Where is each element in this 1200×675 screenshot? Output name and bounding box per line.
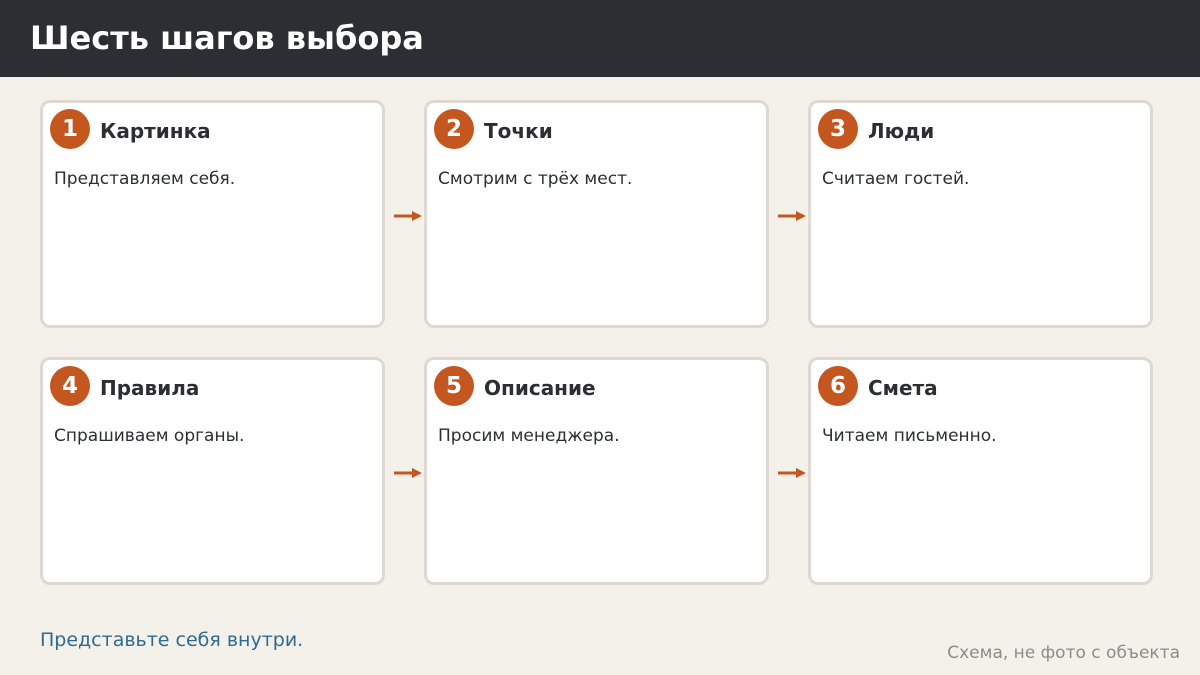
step-title: Смета: [868, 376, 938, 400]
step-description: Просим менеджера.: [438, 426, 620, 446]
step-card-1: 1 Картинка Представляем себя.: [40, 100, 385, 328]
image-caption: Схема, не фото с объекта: [947, 643, 1180, 663]
step-title: Точки: [484, 119, 553, 143]
step-card-6: 6 Смета Читаем письменно.: [808, 357, 1153, 585]
arrow-right-icon: [778, 211, 806, 221]
header-bar: Шесть шагов выбора: [0, 0, 1200, 77]
footer-note: Представьте себя внутри.: [40, 629, 304, 651]
step-card-3: 3 Люди Считаем гостей.: [808, 100, 1153, 328]
step-number-badge: 2: [434, 109, 474, 149]
step-description: Считаем гостей.: [822, 169, 970, 189]
arrow-right-icon: [394, 211, 422, 221]
step-card-5: 5 Описание Просим менеджера.: [424, 357, 769, 585]
step-number-badge: 1: [50, 109, 90, 149]
step-description: Представляем себя.: [54, 169, 236, 189]
step-card-2: 2 Точки Смотрим с трёх мест.: [424, 100, 769, 328]
page-title: Шесть шагов выбора: [30, 19, 424, 57]
step-title: Описание: [484, 376, 596, 400]
arrow-right-icon: [778, 468, 806, 478]
step-title: Люди: [868, 119, 935, 143]
step-description: Читаем письменно.: [822, 426, 997, 446]
step-number-badge: 3: [818, 109, 858, 149]
step-title: Правила: [100, 376, 200, 400]
arrow-right-icon: [394, 468, 422, 478]
step-title: Картинка: [100, 119, 211, 143]
step-number-badge: 4: [50, 366, 90, 406]
step-description: Смотрим с трёх мест.: [438, 169, 633, 189]
step-number-badge: 6: [818, 366, 858, 406]
step-description: Спрашиваем органы.: [54, 426, 245, 446]
step-card-4: 4 Правила Спрашиваем органы.: [40, 357, 385, 585]
step-number-badge: 5: [434, 366, 474, 406]
